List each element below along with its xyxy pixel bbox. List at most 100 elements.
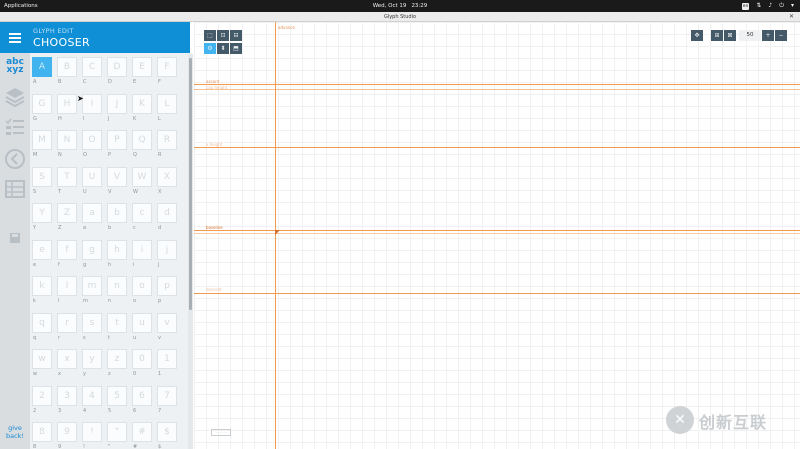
glyph-cell[interactable]: RR	[157, 130, 182, 167]
slice-tool-button[interactable]: ⊟	[230, 30, 242, 41]
glyph-cell[interactable]: !!	[82, 422, 107, 449]
glyph-cell[interactable]: PP	[107, 130, 132, 167]
glyph-tile[interactable]: U	[82, 166, 102, 187]
glyph-cell[interactable]: jj	[157, 239, 182, 277]
glyph-tile[interactable]: R	[157, 130, 177, 150]
panel-scrollbar[interactable]	[188, 54, 193, 449]
glyph-cell[interactable]: $ $	[157, 422, 182, 449]
glyph-cell[interactable]: ll	[57, 276, 82, 313]
system-tray[interactable]: en ⇅ ♪ ⏻ ▾	[741, 2, 794, 10]
glyph-cell[interactable]: 55	[107, 385, 132, 423]
glyph-cell[interactable]: 99	[57, 422, 82, 449]
glyph-tile[interactable]: Q	[132, 130, 152, 150]
glyph-tile[interactable]: H	[57, 93, 77, 114]
glyph-cell[interactable]: 11	[157, 349, 182, 386]
glyph-cell[interactable]: UU	[82, 166, 107, 204]
glyph-tile[interactable]: b	[107, 203, 127, 223]
glyph-tile[interactable]: g	[82, 239, 102, 260]
glyph-cell[interactable]: tt	[107, 312, 132, 350]
close-window-button[interactable]: ✕	[789, 13, 794, 20]
glyph-tile[interactable]: C	[82, 57, 102, 77]
glyph-tile[interactable]: c	[132, 203, 152, 223]
glyph-tile[interactable]: X	[157, 166, 177, 187]
glyph-cell[interactable]: ZZ	[57, 203, 82, 240]
glyph-cell[interactable]: TT	[57, 166, 82, 204]
fit-view-button[interactable]: ⊞	[711, 30, 723, 41]
save-icon[interactable]	[4, 230, 26, 249]
glyph-edit-canvas[interactable]: advance ascent cap height x height basel…	[194, 22, 800, 449]
glyph-tile[interactable]: 0	[132, 349, 152, 369]
glyph-cell[interactable]: SS	[32, 166, 57, 204]
table-icon[interactable]	[4, 178, 26, 204]
glyph-cell[interactable]: ss	[82, 312, 107, 350]
shape-resize-tool-button[interactable]: ⬒	[230, 43, 242, 54]
glyph-cell[interactable]: 88	[32, 422, 57, 449]
glyph-tile[interactable]: D	[107, 57, 127, 77]
glyph-tile[interactable]: L	[157, 93, 177, 114]
glyph-tile[interactable]: F	[157, 57, 177, 77]
glyph-cell[interactable]: KK	[132, 93, 157, 131]
glyph-cell[interactable]: MM	[32, 130, 57, 167]
glyph-tile[interactable]: N	[57, 130, 77, 150]
glyph-tile[interactable]: u	[132, 312, 152, 333]
glyph-cell[interactable]: yy	[82, 349, 107, 386]
glyph-tile[interactable]: B	[57, 57, 77, 77]
glyph-cell[interactable]: dd	[157, 203, 182, 240]
glyph-cell[interactable]: XX	[157, 166, 182, 204]
glyph-cell[interactable]: QQ	[132, 130, 157, 167]
glyph-tile[interactable]: m	[82, 276, 102, 296]
glyph-cell[interactable]: ww	[32, 349, 57, 386]
scrollbar-thumb[interactable]	[189, 58, 192, 310]
glyph-tile[interactable]: V	[107, 166, 127, 187]
glyph-tile[interactable]: G	[32, 93, 52, 114]
checklist-icon[interactable]	[4, 117, 26, 141]
glyph-tile[interactable]: w	[32, 349, 52, 369]
glyph-cell[interactable]: mm	[82, 276, 107, 313]
glyph-cell[interactable]: 44	[82, 385, 107, 423]
glyph-cell[interactable]: EE	[132, 57, 157, 94]
zoom-out-button[interactable]: −	[775, 30, 787, 41]
glyph-cell[interactable]: gg	[82, 239, 107, 277]
glyph-tile[interactable]: !	[82, 422, 102, 442]
path-edit-tool-button[interactable]: ⬍	[217, 43, 229, 54]
glyph-cell[interactable]: aa	[82, 203, 107, 240]
glyph-tile[interactable]: 6	[132, 385, 152, 406]
glyph-tile[interactable]: A	[32, 57, 52, 77]
glyph-tile[interactable]: o	[132, 276, 152, 296]
glyph-tile[interactable]: S	[32, 166, 52, 187]
glyph-cell[interactable]: II	[82, 93, 107, 131]
glyph-cell[interactable]: VV	[107, 166, 132, 204]
glyph-tile[interactable]: 1	[157, 349, 177, 369]
hamburger-menu-icon[interactable]	[0, 22, 30, 53]
pan-view-button[interactable]: ✥	[691, 30, 703, 41]
glyph-tile[interactable]: I	[82, 93, 102, 114]
glyph-cell[interactable]: DD	[107, 57, 132, 94]
glyph-cell[interactable]: GG	[32, 93, 57, 131]
glyph-tile[interactable]: K	[132, 93, 152, 114]
glyph-tile[interactable]: s	[82, 312, 102, 333]
glyph-tile[interactable]: l	[57, 276, 77, 296]
glyph-tile[interactable]: 9	[57, 422, 77, 442]
glyph-tile[interactable]: 8	[32, 422, 52, 442]
glyph-tile[interactable]: y	[82, 349, 102, 369]
glyph-tile[interactable]: T	[57, 166, 77, 187]
glyph-cell[interactable]: ff	[57, 239, 82, 277]
glyph-cell[interactable]: 22	[32, 385, 57, 423]
glyph-cell[interactable]: uu	[132, 312, 157, 350]
glyph-cell[interactable]: " "	[107, 422, 132, 449]
glyph-tile[interactable]: q	[32, 312, 52, 333]
glyph-cell[interactable]: ee	[32, 239, 57, 277]
system-menu-icon[interactable]: ▾	[791, 2, 794, 10]
glyph-tile[interactable]: 3	[57, 385, 77, 406]
glyph-tile[interactable]: x	[57, 349, 77, 369]
glyph-tile[interactable]: #	[132, 422, 152, 442]
glyph-tile[interactable]: a	[82, 203, 102, 223]
glyph-tile[interactable]: W	[132, 166, 152, 187]
glyph-cell[interactable]: vv	[157, 312, 182, 350]
glyph-tile[interactable]: 5	[107, 385, 127, 406]
glyph-cell[interactable]: 77	[157, 385, 182, 423]
glyph-cell[interactable]: pp	[157, 276, 182, 313]
clock[interactable]: Wed, Oct 19 23:29	[0, 3, 800, 9]
glyph-tile[interactable]: Z	[57, 203, 77, 223]
layers-icon[interactable]	[4, 86, 26, 112]
